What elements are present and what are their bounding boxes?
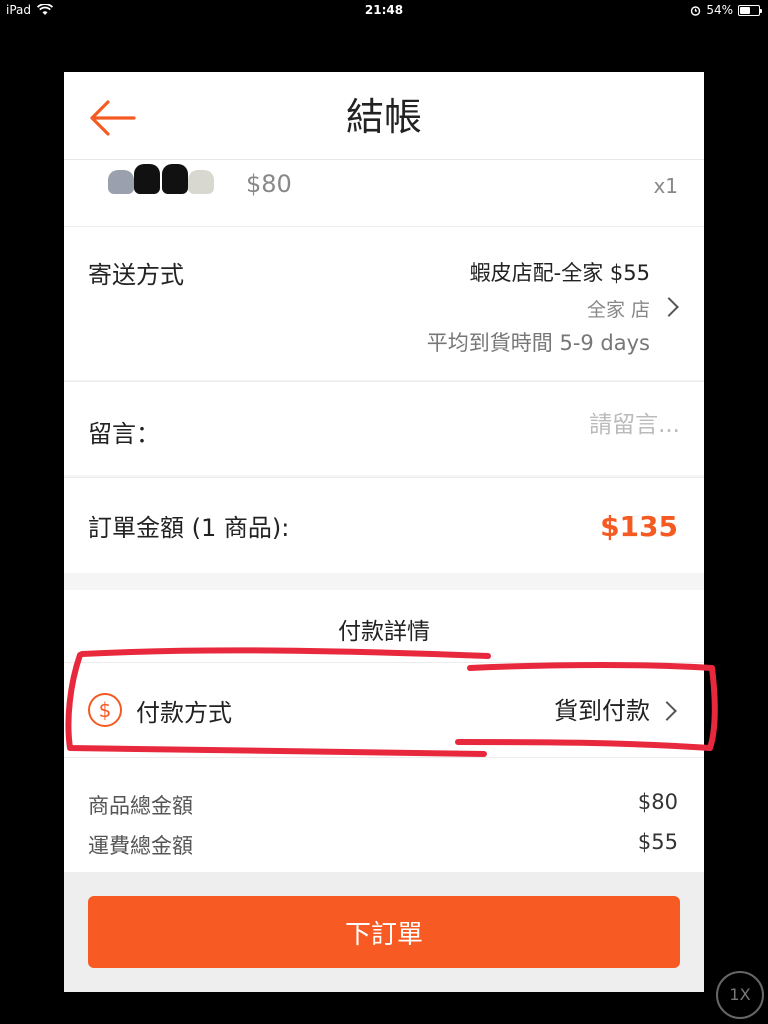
zoom-badge[interactable]: 1X xyxy=(716,971,764,1019)
items-total-label: 商品總金額 xyxy=(88,794,193,818)
shipping-method: 蝦皮店配-全家 $55 xyxy=(469,261,650,285)
payment-method-label: 付款方式 xyxy=(136,699,232,727)
order-total-label: 訂單金額 (1 商品): xyxy=(88,514,290,542)
shipping-delivery-time: 平均到貨時間 5-9 days xyxy=(426,331,650,355)
status-bar: iPad 21:48 54% xyxy=(0,0,768,20)
page-title: 結帳 xyxy=(345,95,422,139)
order-total-value: $135 xyxy=(600,510,678,543)
shipping-store: 全家 店 xyxy=(586,299,650,321)
message-row: 留言： xyxy=(64,381,704,475)
checkout-screen: 結帳 $80 x1 寄送方式 蝦皮店配-全家 $55 全家 店 平均到貨時間 5… xyxy=(64,72,704,992)
battery-icon xyxy=(738,4,762,16)
shipping-method-row[interactable]: 寄送方式 蝦皮店配-全家 $55 全家 店 平均到貨時間 5-9 days xyxy=(64,226,704,380)
chevron-right-icon xyxy=(657,701,677,721)
battery-level xyxy=(740,6,750,14)
alarm-clock-icon xyxy=(691,5,701,16)
payment-method-row[interactable]: $ 付款方式 貨到付款 xyxy=(64,662,704,758)
payment-details-section: 付款詳情 $ 付款方式 貨到付款 商品總金額 $80 運費總金額 $55 xyxy=(64,590,704,872)
place-order-button[interactable]: 下訂單 xyxy=(88,896,680,968)
message-input[interactable] xyxy=(420,412,680,438)
status-right: 54% xyxy=(690,3,762,17)
order-total-row: 訂單金額 (1 商品): $135 xyxy=(64,477,704,573)
dollar-coin-icon: $ xyxy=(88,693,122,727)
items-total-value: $80 xyxy=(637,790,678,814)
shipping-total-row: 運費總金額 $55 xyxy=(88,830,678,860)
shipping-total-label: 運費總金額 xyxy=(88,834,193,858)
items-total-row: 商品總金額 $80 xyxy=(88,790,678,820)
header: 結帳 xyxy=(64,72,704,160)
product-image xyxy=(88,160,224,200)
shipping-total-value: $55 xyxy=(637,830,678,854)
bottom-bar: 下訂單 xyxy=(64,872,704,992)
payment-method-value: 貨到付款 xyxy=(554,697,650,725)
product-quantity: x1 xyxy=(653,174,678,198)
status-time: 21:48 xyxy=(364,3,404,17)
message-label: 留言： xyxy=(88,420,160,448)
shipping-label: 寄送方式 xyxy=(88,261,184,289)
battery-percent: 54% xyxy=(706,3,733,17)
payment-section-title: 付款詳情 xyxy=(338,619,430,645)
chevron-right-icon xyxy=(659,297,679,317)
product-price: $80 xyxy=(246,170,292,198)
